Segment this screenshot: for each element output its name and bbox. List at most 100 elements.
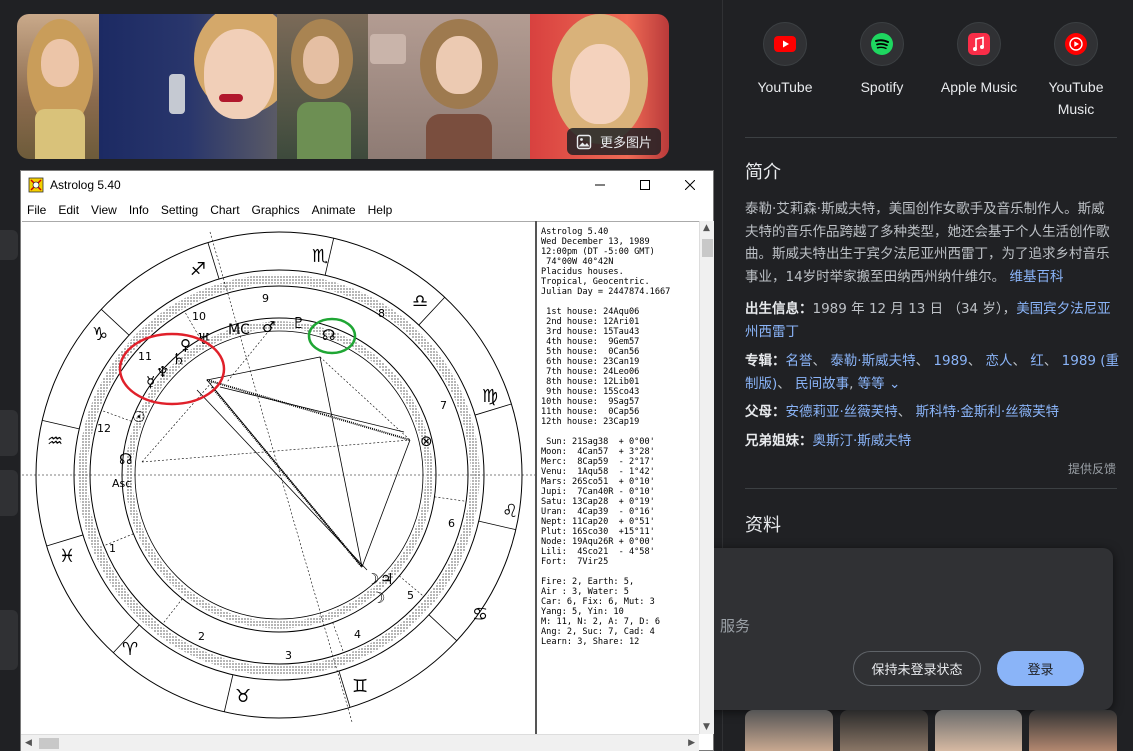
person-thumbnail[interactable] xyxy=(934,710,1023,751)
streaming-apple-music[interactable]: Apple Music xyxy=(934,22,1024,98)
stay-signed-out-button[interactable]: 保持未登录状态 xyxy=(853,651,981,686)
image-icon xyxy=(576,134,592,149)
window-titlebar[interactable]: Astrolog 5.40 xyxy=(21,171,713,199)
horizontal-scrollbar[interactable]: ◀ ▶ xyxy=(21,734,699,751)
chart-wheel-graphic: ♏ ♎ ♍ ♌ ♋ ♊ ♉ ♈ ♓ ♒ ♑ ♐ 1 2 3 4 5 6 7 8 … xyxy=(22,231,536,723)
taurus-glyph: ♉ xyxy=(235,686,251,707)
wikipedia-link[interactable]: 维基百科 xyxy=(1009,269,1063,285)
sign-in-button[interactable]: 登录 xyxy=(997,651,1084,686)
menu-edit[interactable]: Edit xyxy=(52,203,85,217)
intro-description: 泰勒·艾莉森·斯威夫特，美国创作女歌手及音乐制作人。斯威夫特的音乐作品跨越了多种… xyxy=(745,201,1110,285)
album-link[interactable]: 恋人 xyxy=(986,353,1013,369)
menu-info[interactable]: Info xyxy=(123,203,155,217)
signin-popup: 服务 保持未登录状态 登录 xyxy=(700,548,1113,710)
scorpio-glyph: ♏ xyxy=(312,246,328,267)
photo-1[interactable] xyxy=(17,14,99,159)
photo-face xyxy=(303,36,339,84)
photo-3[interactable] xyxy=(277,14,368,159)
photo-face xyxy=(436,36,482,94)
scroll-thumb[interactable] xyxy=(39,738,59,749)
menu-graphics[interactable]: Graphics xyxy=(246,203,306,217)
related-people-thumbnails[interactable] xyxy=(745,710,1117,751)
menu-file[interactable]: File xyxy=(21,203,52,217)
menu-help[interactable]: Help xyxy=(362,203,399,217)
scroll-thumb[interactable] xyxy=(702,239,713,257)
image-gallery[interactable]: 更多图片 xyxy=(17,14,669,159)
astrolog-window: Astrolog 5.40 File Edit View Info Settin… xyxy=(20,170,714,751)
album-link[interactable]: 红 xyxy=(1030,353,1044,369)
house-numbers: 1 2 3 4 5 6 7 8 9 10 11 12 xyxy=(97,292,455,662)
scroll-left-icon[interactable]: ◀ xyxy=(25,738,32,748)
fortune-glyph: ⊗ xyxy=(420,432,433,450)
mars-glyph: ♂ xyxy=(262,318,275,336)
parent-link[interactable]: 安德莉亚·丝薇芙特 xyxy=(786,404,898,420)
streaming-label: Apple Music xyxy=(940,79,1018,95)
more-images-button[interactable]: 更多图片 xyxy=(566,128,661,155)
ascendant-label: Asc xyxy=(112,477,131,490)
photo-5[interactable]: 更多图片 xyxy=(530,14,669,159)
menu-view[interactable]: View xyxy=(85,203,123,217)
album-link[interactable]: 民间故事 xyxy=(795,376,849,392)
maximize-icon xyxy=(640,180,650,190)
streaming-spotify[interactable]: Spotify xyxy=(837,22,927,98)
popup-service-text: 服务 xyxy=(720,617,751,635)
natal-chart-wheel[interactable]: ♏ ♎ ♍ ♌ ♋ ♊ ♉ ♈ ♓ ♒ ♑ ♐ 1 2 3 4 5 6 7 8 … xyxy=(22,221,536,734)
zodiac-divider xyxy=(338,670,351,708)
underlying-page-edge xyxy=(0,170,20,750)
album-link[interactable]: 1989 xyxy=(933,353,967,369)
photo-2[interactable] xyxy=(99,14,277,159)
parent-link[interactable]: 斯科特·金斯利·丝薇芙特 xyxy=(916,404,1060,420)
close-icon xyxy=(685,180,695,190)
leo-glyph: ♌ xyxy=(502,501,518,522)
youtube-icon xyxy=(763,22,807,66)
chevron-down-icon: ⌄ xyxy=(888,375,901,392)
fact-parents: 父母：安德莉亚·丝薇芙特、 斯科特·金斯利·丝薇芙特 xyxy=(745,404,1060,420)
sun-glyph: ☉ xyxy=(132,408,145,426)
streaming-youtube-music[interactable]: YouTube Music xyxy=(1031,22,1121,120)
photo-4[interactable] xyxy=(368,14,530,159)
zodiac-divider xyxy=(42,419,80,430)
house-number-7: 7 xyxy=(440,399,447,412)
scroll-up-icon[interactable]: ▲ xyxy=(703,223,710,233)
photo-face xyxy=(204,29,274,119)
album-link[interactable]: 泰勒·斯威夫特 xyxy=(830,353,915,369)
streaming-label: YouTube xyxy=(757,79,813,95)
chart-text-listing: Astrolog 5.40 Wed December 13, 1989 12:0… xyxy=(537,221,699,734)
house-number-11: 11 xyxy=(138,350,152,363)
neptune-glyph: ♆ xyxy=(156,363,169,381)
photo-dress xyxy=(297,102,351,159)
person-thumbnail[interactable] xyxy=(1029,710,1117,751)
menu-chart[interactable]: Chart xyxy=(204,203,245,217)
maximize-button[interactable] xyxy=(622,171,668,199)
minimize-button[interactable] xyxy=(577,171,623,199)
lilith-glyph: ☊ xyxy=(119,450,132,468)
divider xyxy=(745,137,1117,138)
minimize-icon xyxy=(595,184,605,186)
capricorn-glyph: ♑ xyxy=(92,324,108,345)
person-thumbnail[interactable] xyxy=(839,710,928,751)
node-glyph: ☊ xyxy=(322,326,335,344)
house-number-6: 6 xyxy=(448,517,455,530)
aries-glyph: ♈ xyxy=(122,639,138,660)
vertical-scrollbar[interactable]: ▲ ▼ xyxy=(699,221,714,734)
album-link[interactable]: 名誉 xyxy=(786,353,813,369)
menu-animate[interactable]: Animate xyxy=(306,203,362,217)
mercury-glyph: ☿ xyxy=(146,373,155,391)
house-cusp xyxy=(101,410,132,422)
feedback-link[interactable]: 提供反馈 xyxy=(1068,460,1116,477)
person-thumbnail[interactable] xyxy=(745,710,833,751)
sibling-link[interactable]: 奥斯汀·斯威夫特 xyxy=(813,433,912,449)
photo-dress xyxy=(426,114,492,159)
youtube-music-icon xyxy=(1054,22,1098,66)
scroll-down-icon[interactable]: ▼ xyxy=(703,722,710,732)
scroll-right-icon[interactable]: ▶ xyxy=(688,738,695,748)
house-number-8: 8 xyxy=(378,307,385,320)
streaming-youtube[interactable]: YouTube xyxy=(740,22,830,98)
menu-setting[interactable]: Setting xyxy=(155,203,204,217)
venus-glyph: ♀ xyxy=(180,336,191,354)
close-button[interactable] xyxy=(667,171,713,199)
albums-more-link[interactable]: 等等 ⌄ xyxy=(858,376,901,392)
sagittarius-glyph: ♐ xyxy=(190,259,206,280)
streaming-label: Spotify xyxy=(860,79,904,95)
house-cusp xyxy=(332,622,344,653)
